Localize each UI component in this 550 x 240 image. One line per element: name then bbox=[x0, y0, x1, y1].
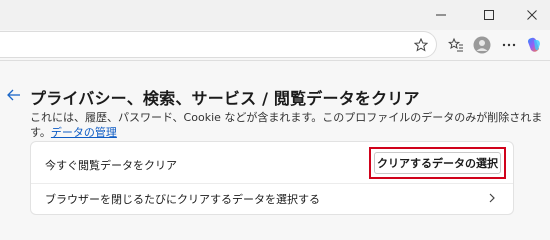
maximize-icon bbox=[484, 10, 494, 20]
close-button[interactable] bbox=[514, 0, 550, 30]
card-divider bbox=[31, 183, 513, 184]
favorites-list-icon bbox=[448, 37, 463, 52]
more-options-icon bbox=[502, 43, 516, 47]
description-continuation: す。 bbox=[30, 126, 51, 139]
highlight-box: クリアするデータの選択 bbox=[369, 147, 506, 179]
manage-data-link[interactable]: データの管理 bbox=[51, 126, 117, 139]
more-options-button[interactable] bbox=[499, 35, 519, 55]
copilot-icon bbox=[528, 37, 540, 52]
clear-on-close-row[interactable]: ブラウザーを閉じるたびにクリアするデータを選択する bbox=[45, 191, 320, 207]
manage-data-line: す。データの管理 bbox=[30, 124, 117, 140]
profile-button[interactable] bbox=[472, 35, 492, 55]
page-description: これには、履歴、パスワード、Cookie などが含まれます。このプロファイルのデ… bbox=[30, 111, 543, 124]
choose-what-to-clear-button[interactable]: クリアするデータの選択 bbox=[374, 152, 501, 174]
title-bar bbox=[0, 0, 550, 30]
add-favorite-button[interactable] bbox=[412, 36, 430, 54]
copilot-button[interactable] bbox=[524, 35, 544, 55]
back-arrow-icon[interactable] bbox=[6, 87, 22, 103]
maximize-button[interactable] bbox=[471, 0, 507, 30]
profile-avatar-icon bbox=[473, 36, 491, 54]
favorites-button[interactable] bbox=[446, 35, 466, 55]
close-icon bbox=[527, 10, 537, 20]
address-bar[interactable] bbox=[0, 31, 437, 58]
clear-now-label: 今すぐ閲覧データをクリア bbox=[45, 159, 177, 172]
star-icon bbox=[414, 38, 428, 52]
page-title: プライバシー、検索、サービス / 閲覧データをクリア bbox=[30, 89, 420, 108]
minimize-icon bbox=[436, 14, 446, 16]
clear-data-card: 今すぐ閲覧データをクリア クリアするデータの選択 ブラウザーを閉じるたびにクリア… bbox=[30, 141, 514, 215]
browser-toolbar bbox=[0, 30, 550, 60]
minimize-button[interactable] bbox=[423, 0, 459, 30]
chevron-right-icon[interactable] bbox=[486, 192, 498, 204]
settings-content: プライバシー、検索、サービス / 閲覧データをクリア これには、履歴、パスワード… bbox=[0, 61, 550, 237]
